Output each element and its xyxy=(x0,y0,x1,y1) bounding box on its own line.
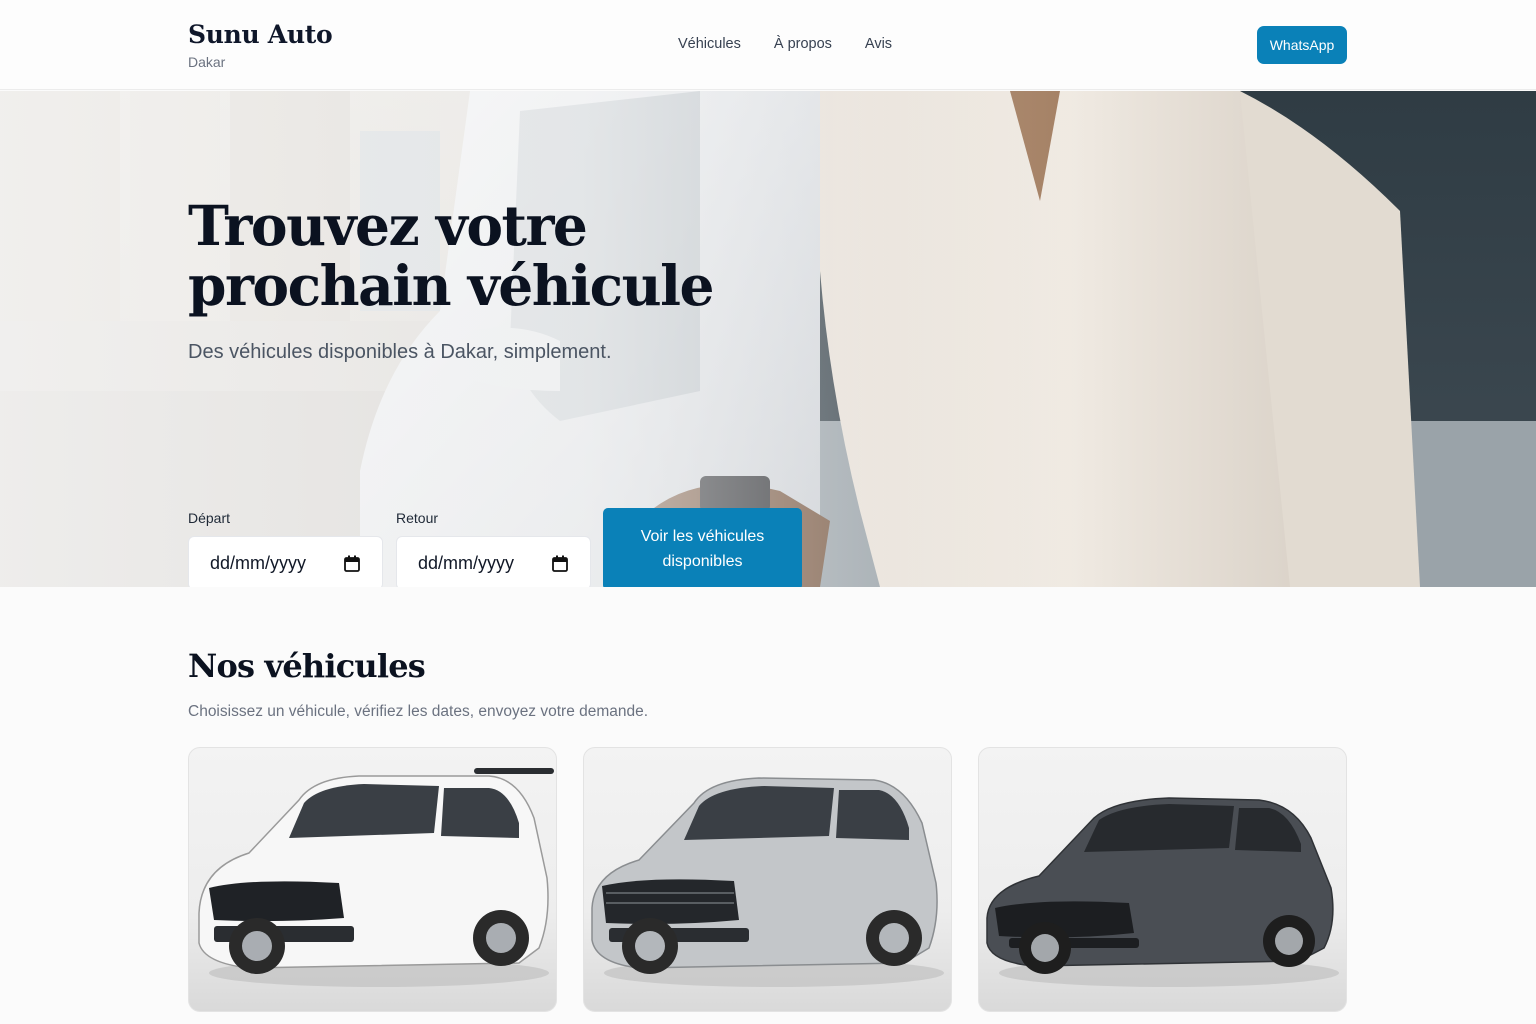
hero-subtitle: Des véhicules disponibles à Dakar, simpl… xyxy=(188,341,612,363)
return-date-placeholder: dd/mm/yyyy xyxy=(418,552,515,573)
calendar-icon[interactable] xyxy=(552,555,568,572)
vehicle-photo-grey-sedan xyxy=(986,797,1339,987)
nav-link-vehicules[interactable]: Véhicules xyxy=(678,35,741,53)
departure-date-input[interactable]: dd/mm/yyyy xyxy=(188,536,383,587)
return-date-input[interactable]: dd/mm/yyyy xyxy=(396,536,591,587)
nav-link-avis[interactable]: Avis xyxy=(865,35,892,53)
vehicles-section: Nos véhicules Choisissez un véhicule, vé… xyxy=(188,648,1348,721)
whatsapp-button[interactable]: WhatsApp xyxy=(1257,26,1347,64)
vehicle-card[interactable] xyxy=(583,747,952,1012)
brand-city: Dakar xyxy=(188,54,226,70)
hero-title: Trouvez votre prochain véhicule xyxy=(188,193,714,318)
site-header: Sunu Auto Dakar Véhicules À propos Avis … xyxy=(0,0,1536,90)
vehicle-photo-white-suv xyxy=(198,768,554,987)
vehicle-card[interactable] xyxy=(978,747,1347,1012)
hero-content: Trouvez votre prochain véhicule Des véhi… xyxy=(188,193,828,587)
departure-date-placeholder: dd/mm/yyyy xyxy=(210,552,307,573)
return-label: Retour xyxy=(396,510,439,526)
vehicle-card[interactable] xyxy=(188,747,557,1012)
departure-label: Départ xyxy=(188,510,231,526)
vehicles-subtitle: Choisissez un véhicule, vérifiez les dat… xyxy=(188,703,649,720)
hero-section: Trouvez votre prochain véhicule Des véhi… xyxy=(0,91,1536,587)
nav-link-a-propos[interactable]: À propos xyxy=(774,35,832,53)
calendar-icon[interactable] xyxy=(344,555,360,572)
brand-name[interactable]: Sunu Auto xyxy=(188,20,333,50)
vehicle-photo-silver-suv xyxy=(591,777,944,987)
brand[interactable]: Sunu Auto Dakar xyxy=(188,20,333,70)
main-nav: Véhicules À propos Avis xyxy=(678,35,892,53)
view-available-vehicles-button[interactable]: Voir les véhicules disponibles xyxy=(603,508,802,587)
vehicle-cards xyxy=(188,747,1348,1012)
vehicles-title: Nos véhicules xyxy=(188,647,426,685)
